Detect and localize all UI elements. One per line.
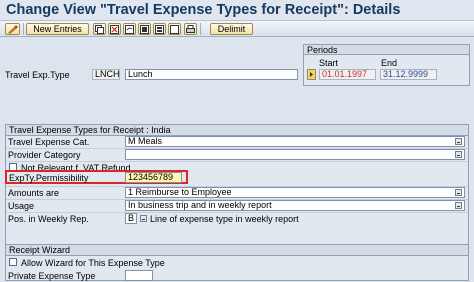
amounts-are-field[interactable]: 1 Reimburse to Employee [125,187,465,198]
end-date-field[interactable]: 31.12.9999 [380,69,437,80]
permissibility-label: ExpTy.Permissibility [9,173,89,183]
start-label: Start [319,58,339,68]
travel-exp-type-code-field[interactable]: LNCH [92,69,120,80]
delete-icon[interactable] [108,23,121,35]
row-divider [6,212,468,213]
allow-wizard-checkbox[interactable] [9,258,17,266]
select-all-icon[interactable] [138,23,151,35]
provider-dropdown-icon[interactable] [455,151,462,158]
periods-title: Periods [303,44,470,55]
travel-exp-type-label: Travel Exp.Type [5,70,70,80]
private-expense-label: Private Expense Type [8,271,96,281]
pos-weekly-rep-text: Line of expense type in weekly report [150,214,299,224]
end-label: End [381,58,398,68]
usage-field[interactable]: In business trip and in weekly report [125,200,465,211]
wizard-group-title: Receipt Wizard [5,244,469,255]
travel-expense-cat-field[interactable]: M Meals [125,136,465,147]
page-title: Change View "Travel Expense Types for Re… [0,0,474,20]
undo-change-icon[interactable] [123,23,136,35]
amounts-dropdown-icon[interactable] [455,189,462,196]
print-icon[interactable] [184,23,197,35]
travel-expense-cat-label: Travel Expense Cat. [8,137,90,147]
travel-exp-type-text-field[interactable]: Lunch [125,69,298,80]
row-divider [6,161,468,162]
deselect-all-icon[interactable] [168,23,181,35]
main-area: Travel Exp.Type LNCH Lunch Periods Start… [0,37,474,282]
usage-dropdown-icon[interactable] [455,202,462,209]
permissibility-field[interactable]: 123456789 [125,172,182,183]
start-date-field[interactable]: 01.01.1997 [319,69,376,80]
allow-wizard-label: Allow Wizard for This Expense Type [21,258,165,268]
provider-category-label: Provider Category [8,150,81,160]
pos-dropdown-icon[interactable] [140,215,147,222]
application-toolbar: New Entries Delimit [0,20,474,37]
amounts-are-label: Amounts are [8,188,60,198]
usage-label: Usage [8,201,35,211]
period-selector-icon[interactable] [307,69,316,80]
new-entries-button[interactable]: New Entries [26,23,89,35]
pos-weekly-rep-field[interactable]: B [125,213,137,224]
toolbar-separator [23,23,24,35]
receipt-group-title: Travel Expense Types for Receipt : India [5,124,469,135]
private-expense-field[interactable] [125,270,153,281]
provider-category-field[interactable] [125,149,465,160]
copy-icon[interactable] [93,23,106,35]
cat-dropdown-icon[interactable] [455,138,462,145]
display-change-icon[interactable] [5,23,20,35]
select-block-icon[interactable] [153,23,166,35]
toolbar-separator [200,23,201,35]
pos-weekly-rep-label: Pos. in Weekly Rep. [8,214,89,224]
delimit-button[interactable]: Delimit [210,23,253,35]
